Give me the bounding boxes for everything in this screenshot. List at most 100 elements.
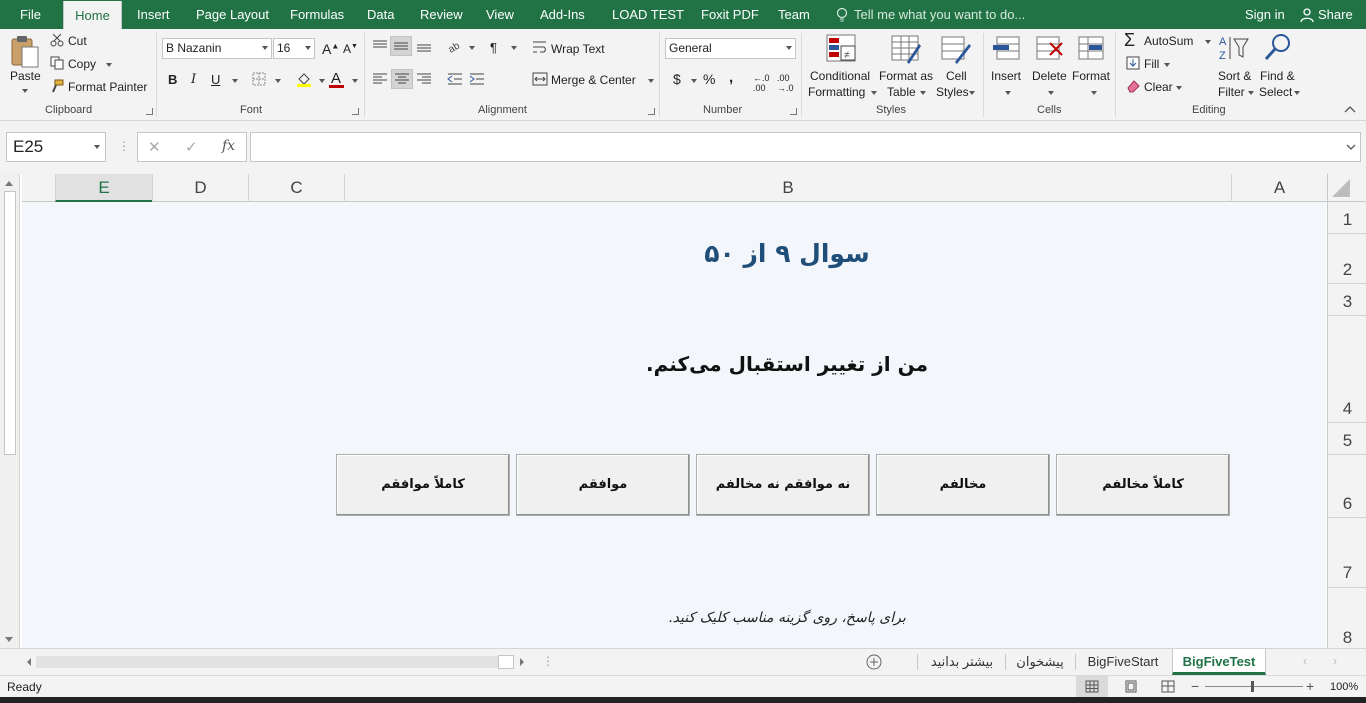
align-left-icon[interactable] <box>371 72 389 86</box>
scroll-up-icon[interactable] <box>4 179 14 187</box>
answer-button-disagree[interactable]: مخالفم <box>876 454 1050 516</box>
insert-function-button[interactable]: fx <box>222 138 235 154</box>
zoom-out-icon[interactable]: − <box>1191 678 1199 694</box>
column-header-a[interactable]: A <box>1231 174 1327 202</box>
next-sheet-icon[interactable]: › <box>1333 654 1337 668</box>
sign-in-link[interactable]: Sign in <box>1245 0 1285 29</box>
chevron-down-icon[interactable] <box>920 91 926 95</box>
chevron-down-icon[interactable] <box>1005 91 1011 95</box>
format-as-table-button[interactable]: Format as <box>879 69 933 83</box>
alignment-launcher-icon[interactable] <box>648 108 655 115</box>
horizontal-scroll-track[interactable] <box>36 656 498 668</box>
chevron-down-icon[interactable] <box>871 91 877 95</box>
underline-button[interactable]: U <box>211 72 220 87</box>
insert-cells-icon[interactable] <box>991 33 1021 63</box>
chevron-down-icon[interactable] <box>691 79 697 83</box>
sheet-tab-bigfivetest[interactable]: BigFiveTest <box>1172 649 1266 675</box>
comma-button[interactable]: , <box>729 69 733 86</box>
row-header-4[interactable]: 4 <box>1328 316 1366 423</box>
tab-page-layout[interactable]: Page Layout <box>196 0 269 29</box>
format-cells-icon[interactable] <box>1076 33 1106 63</box>
tab-review[interactable]: Review <box>420 0 463 29</box>
paste-button[interactable]: Paste <box>10 69 41 83</box>
delete-cells-icon[interactable] <box>1034 33 1064 63</box>
share-button[interactable]: Share <box>1318 0 1353 29</box>
row-header-8[interactable]: 8 <box>1328 588 1366 648</box>
align-bottom-icon[interactable] <box>415 39 433 53</box>
chevron-down-icon[interactable] <box>1176 86 1182 90</box>
row-header-5[interactable]: 5 <box>1328 423 1366 455</box>
chevron-down-icon[interactable] <box>1248 91 1254 95</box>
sort-filter-icon[interactable]: AZ <box>1218 33 1250 63</box>
zoom-level[interactable]: 100% <box>1330 681 1358 693</box>
clipboard-launcher-icon[interactable] <box>146 108 153 115</box>
zoom-slider-thumb[interactable] <box>1251 681 1254 692</box>
clear-button[interactable]: Clear <box>1144 80 1173 94</box>
select-all-corner[interactable] <box>1327 174 1366 202</box>
row-header-1[interactable]: 1 <box>1328 202 1366 234</box>
answer-button-strongly-disagree[interactable]: کاملاً مخالفم <box>1056 454 1230 516</box>
sheet-tab-learn-more[interactable]: بیشتر بدانید <box>924 649 1000 675</box>
format-painter-button[interactable]: Format Painter <box>68 80 147 94</box>
tab-foxit-pdf[interactable]: Foxit PDF <box>701 0 759 29</box>
chevron-down-icon[interactable] <box>1294 91 1300 95</box>
cell-styles-button[interactable]: Cell <box>946 69 967 83</box>
sort-filter-button[interactable]: Sort & <box>1218 69 1251 83</box>
align-center-button[interactable] <box>391 69 413 89</box>
chevron-down-icon[interactable] <box>352 79 358 83</box>
column-header-e[interactable]: E <box>55 174 152 202</box>
increase-indent-icon[interactable] <box>468 72 486 86</box>
decrease-indent-icon[interactable] <box>446 72 464 86</box>
formula-input[interactable] <box>250 132 1361 162</box>
number-launcher-icon[interactable] <box>790 108 797 115</box>
add-sheet-icon[interactable] <box>866 654 882 670</box>
align-middle-button[interactable] <box>390 36 412 56</box>
chevron-down-icon[interactable] <box>469 46 475 50</box>
file-tab[interactable]: File <box>20 0 41 29</box>
answer-button-neutral[interactable]: نه موافقم نه مخالفم <box>696 454 870 516</box>
font-size-select[interactable]: 16 <box>273 38 315 59</box>
sheet-tab-bigfivestart[interactable]: BigFiveStart <box>1082 649 1164 675</box>
chevron-down-icon[interactable] <box>106 63 112 67</box>
align-right-icon[interactable] <box>415 72 433 86</box>
scroll-down-icon[interactable] <box>4 636 14 644</box>
chevron-down-icon[interactable] <box>1048 91 1054 95</box>
chevron-down-icon[interactable] <box>1164 63 1170 67</box>
cell-grid[interactable]: سوال ۹ از ۵۰ من از تغییر استقبال می‌کنم.… <box>22 202 1326 648</box>
bold-button[interactable]: B <box>168 72 177 87</box>
tab-data[interactable]: Data <box>367 0 394 29</box>
chevron-down-icon[interactable] <box>648 79 654 83</box>
tab-home[interactable]: Home <box>63 1 122 29</box>
chevron-down-icon[interactable] <box>275 79 281 83</box>
collapse-ribbon-icon[interactable] <box>1344 105 1356 113</box>
zoom-slider[interactable] <box>1205 686 1303 687</box>
insert-button[interactable]: Insert <box>991 69 1021 83</box>
sheet-tab-dashboard[interactable]: پیشخوان <box>1010 649 1070 675</box>
conditional-formatting-icon[interactable]: ≠ <box>824 32 858 66</box>
chevron-down-icon[interactable] <box>511 46 517 50</box>
tab-team[interactable]: Team <box>778 0 810 29</box>
merge-center-button[interactable]: Merge & Center <box>551 73 636 87</box>
chevron-down-icon[interactable] <box>22 89 28 93</box>
currency-button[interactable]: $ <box>673 71 681 87</box>
decrease-decimal-icon[interactable]: .00 →.0 <box>777 73 794 93</box>
cancel-entry-icon[interactable]: ✕ <box>148 138 161 156</box>
cell-styles-icon[interactable] <box>939 32 973 66</box>
find-select-icon[interactable] <box>1263 32 1293 62</box>
answer-button-strongly-agree[interactable]: کاملاً موافقم <box>336 454 510 516</box>
tab-add-ins[interactable]: Add-Ins <box>540 0 585 29</box>
prev-sheet-icon[interactable]: ‹ <box>1303 654 1307 668</box>
row-header-6[interactable]: 6 <box>1328 455 1366 518</box>
tab-formulas[interactable]: Formulas <box>290 0 344 29</box>
chevron-down-icon[interactable] <box>232 79 238 83</box>
font-name-select[interactable]: B Nazanin <box>162 38 272 59</box>
chevron-down-icon[interactable] <box>969 91 975 95</box>
delete-button[interactable]: Delete <box>1032 69 1067 83</box>
expand-formula-icon[interactable] <box>1346 144 1356 151</box>
page-layout-view-icon[interactable] <box>1124 680 1138 693</box>
chevron-down-icon[interactable] <box>1091 91 1097 95</box>
scroll-left-icon[interactable] <box>24 657 34 667</box>
answer-button-agree[interactable]: موافقم <box>516 454 690 516</box>
number-format-select[interactable]: General <box>665 38 796 59</box>
cut-button[interactable]: Cut <box>68 34 87 48</box>
